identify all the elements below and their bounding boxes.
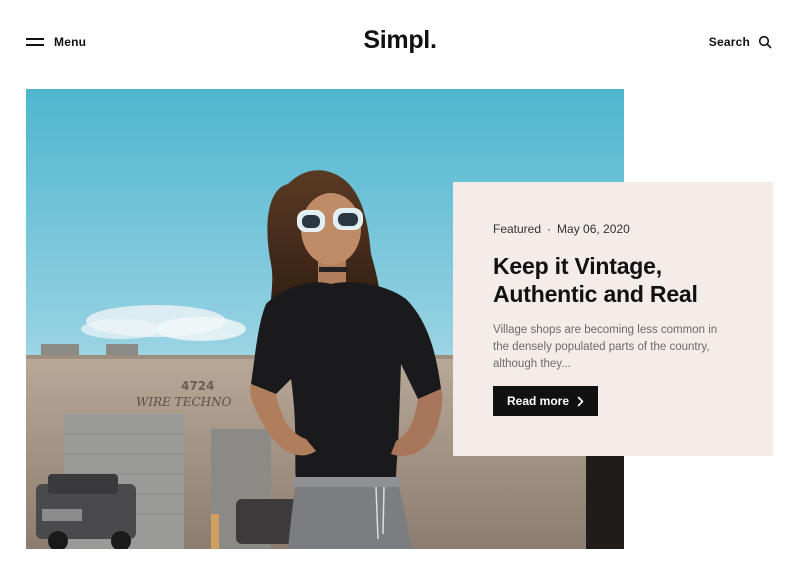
search-icon [758,35,772,49]
building-sign-text: WIRE TECHNO [136,395,232,409]
featured-post-card: Featured · May 06, 2020 Keep it Vintage,… [453,182,773,456]
building-sign-number: 4724 [181,379,214,393]
meta-separator: · [547,222,552,236]
site-logo[interactable]: Simpl. [0,26,800,55]
post-date: May 06, 2020 [557,222,630,236]
post-excerpt: Village shops are becoming less common i… [493,324,718,370]
search-label: Search [708,35,750,49]
read-more-button[interactable]: Read more [493,386,598,416]
post-title[interactable]: Keep it Vintage, Authentic and Real [493,252,733,308]
chevron-right-icon [577,396,584,406]
post-category[interactable]: Featured [493,222,541,236]
search-button[interactable]: Search [709,34,772,50]
post-meta: Featured · May 06, 2020 [493,222,733,236]
page: Menu Simpl. Search 4724 WIRE TECHNO Feat… [0,0,800,569]
read-more-label: Read more [506,394,570,408]
site-header: Menu Simpl. Search [0,0,800,84]
